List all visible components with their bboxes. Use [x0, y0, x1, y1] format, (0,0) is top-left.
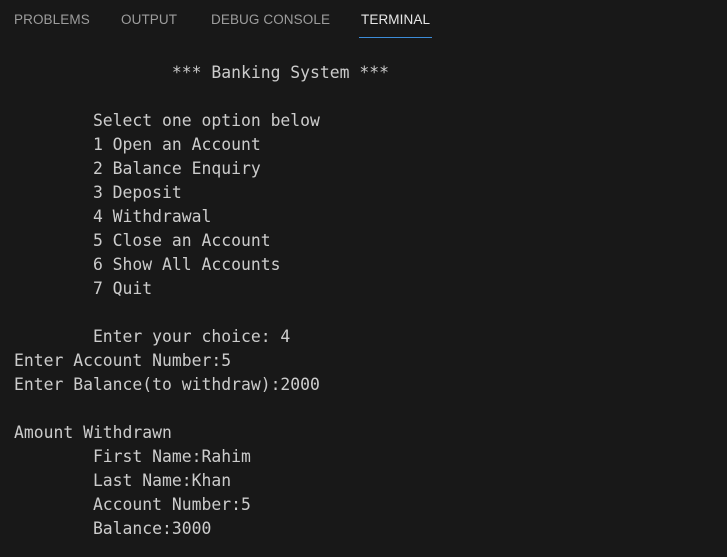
terminal-line: 2 Balance Enquiry: [14, 159, 261, 178]
terminal-line: 1 Open an Account: [14, 135, 261, 154]
terminal-output[interactable]: *** Banking System *** Select one option…: [0, 40, 727, 557]
tab-output[interactable]: OUTPUT: [121, 0, 177, 40]
terminal-line: *** Banking System ***: [14, 63, 389, 82]
terminal-line: Balance:3000: [14, 519, 212, 538]
terminal-line: Enter your choice: 4: [14, 327, 291, 346]
terminal-line: 3 Deposit: [14, 183, 182, 202]
tab-problems[interactable]: PROBLEMS: [14, 0, 90, 40]
terminal-line: 4 Withdrawal: [14, 207, 212, 226]
tab-terminal[interactable]: TERMINAL: [358, 0, 433, 40]
terminal-line: Enter Account Number:5: [14, 351, 232, 370]
terminal-line: 6 Show All Accounts: [14, 255, 281, 274]
terminal-line: 5 Close an Account: [14, 231, 271, 250]
panel-tab-bar: PROBLEMS OUTPUT DEBUG CONSOLE TERMINAL: [0, 0, 727, 40]
terminal-line: First Name:Rahim: [14, 447, 251, 466]
terminal-line: Account Number:5: [14, 495, 251, 514]
terminal-line: Amount Withdrawn: [14, 423, 172, 442]
tab-debug-console[interactable]: DEBUG CONSOLE: [211, 0, 330, 40]
terminal-line: Last Name:Khan: [14, 471, 232, 490]
terminal-line: 7 Quit: [14, 279, 153, 298]
terminal-line: Enter Balance(to withdraw):2000: [14, 375, 320, 394]
terminal-line: Select one option below: [14, 111, 320, 130]
